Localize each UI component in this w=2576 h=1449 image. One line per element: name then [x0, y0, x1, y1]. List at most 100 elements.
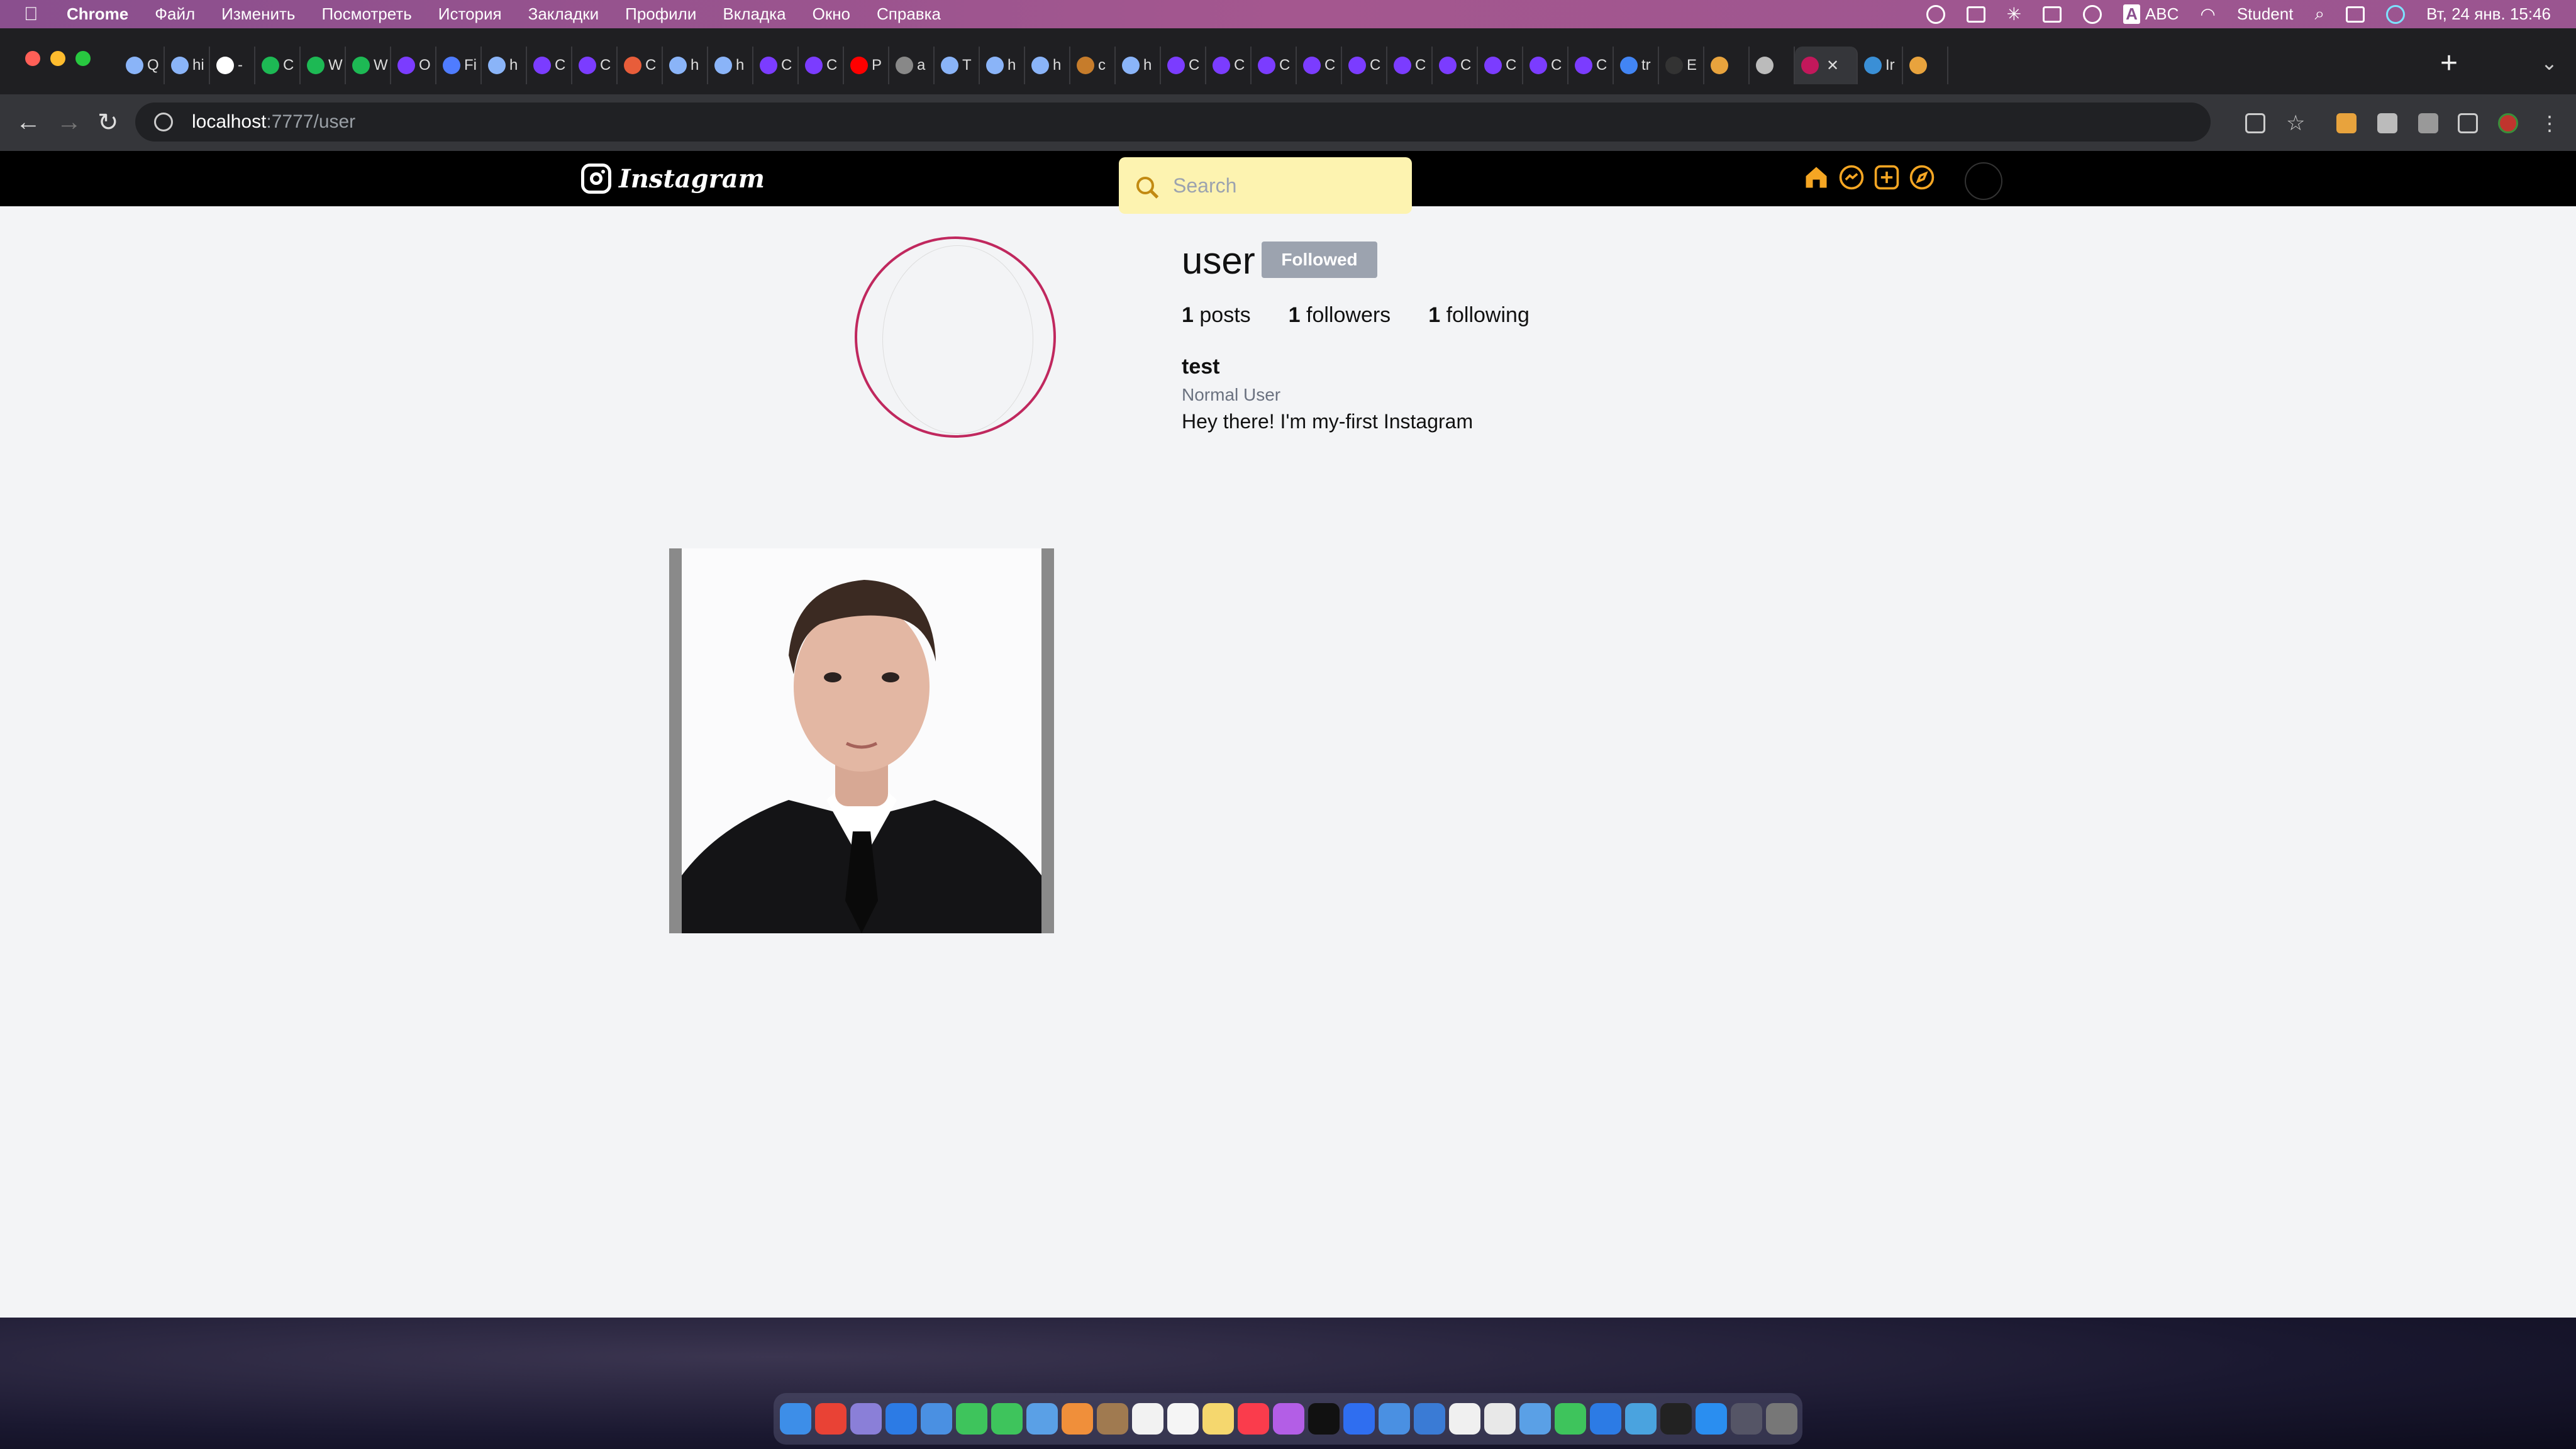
extension-icon[interactable] — [2336, 113, 2357, 133]
telegram-tray-icon[interactable] — [1926, 4, 1945, 24]
browser-tab[interactable]: - — [210, 47, 255, 84]
extensions-puzzle-icon[interactable] — [2377, 113, 2397, 133]
back-button[interactable]: ← — [16, 108, 41, 136]
dock-app-icon[interactable] — [991, 1403, 1023, 1435]
menu-edit[interactable]: Изменить — [221, 4, 295, 24]
dock-app-icon[interactable] — [1555, 1403, 1586, 1435]
browser-tab[interactable]: h — [482, 47, 527, 84]
browser-tab[interactable]: C — [527, 47, 572, 84]
share-icon[interactable] — [2245, 113, 2265, 133]
profile-picture[interactable] — [855, 236, 1056, 438]
dock-app-icon[interactable] — [1308, 1403, 1340, 1435]
menu-file[interactable]: Файл — [155, 4, 195, 24]
browser-tab[interactable]: C — [1252, 47, 1297, 84]
browser-tab[interactable]: h — [1116, 47, 1161, 84]
control-center-icon[interactable] — [2346, 6, 2365, 23]
clock[interactable]: Вт, 24 янв. 15:46 — [2426, 4, 2551, 24]
browser-tab[interactable] — [1903, 47, 1948, 84]
maximize-window-button[interactable] — [75, 51, 91, 66]
profile-avatar-icon[interactable] — [2498, 113, 2518, 133]
browser-tab[interactable]: Ir — [1858, 47, 1903, 84]
dock-app-icon[interactable] — [1202, 1403, 1234, 1435]
minimize-window-button[interactable] — [50, 51, 65, 66]
menu-tab[interactable]: Вкладка — [723, 4, 786, 24]
browser-tab[interactable]: C — [1342, 47, 1387, 84]
dock-app-icon[interactable] — [1590, 1403, 1621, 1435]
chrome-menu-icon[interactable]: ⋮ — [2540, 113, 2560, 133]
menu-profiles[interactable]: Профили — [625, 4, 696, 24]
side-panel-icon[interactable] — [2458, 113, 2478, 133]
browser-tab[interactable]: T — [935, 47, 980, 84]
browser-tab[interactable]: C — [1387, 47, 1433, 84]
explore-icon[interactable] — [1908, 164, 1936, 191]
menu-window[interactable]: Окно — [813, 4, 850, 24]
browser-tab[interactable]: C — [1523, 47, 1568, 84]
browser-tab[interactable]: P — [844, 47, 889, 84]
messenger-icon[interactable] — [1838, 164, 1865, 191]
user-avatar-button[interactable] — [1965, 162, 2002, 200]
screen-recording-icon[interactable] — [2083, 4, 2102, 24]
dock-app-icon[interactable] — [1343, 1403, 1375, 1435]
post-thumbnail[interactable] — [669, 548, 1054, 933]
browser-tab[interactable]: C — [1433, 47, 1478, 84]
url-text[interactable]: localhost:7777/user — [192, 111, 355, 133]
browser-tab[interactable]: h — [980, 47, 1025, 84]
dock-app-icon[interactable] — [1766, 1403, 1797, 1435]
dock-app-icon[interactable] — [1379, 1403, 1410, 1435]
browser-tab[interactable]: C — [753, 47, 799, 84]
dock-app-icon[interactable] — [1414, 1403, 1445, 1435]
browser-tab[interactable]: h — [663, 47, 708, 84]
siri-icon[interactable] — [2386, 4, 2406, 24]
home-icon[interactable] — [1802, 164, 1830, 191]
browser-tab[interactable]: Fi — [436, 47, 482, 84]
dock-app-icon[interactable] — [1449, 1403, 1480, 1435]
dock-app-icon[interactable] — [1097, 1403, 1128, 1435]
browser-tab[interactable] — [1704, 47, 1750, 84]
menu-chrome[interactable]: Chrome — [67, 4, 128, 24]
posts-stat[interactable]: 1 posts — [1182, 303, 1251, 328]
browser-tab[interactable]: E — [1659, 47, 1704, 84]
browser-tab[interactable]: ✕ — [1795, 47, 1858, 84]
dock-app-icon[interactable] — [1484, 1403, 1516, 1435]
input-source-indicator[interactable]: A ABC — [2123, 4, 2179, 24]
user-name[interactable]: Student — [2237, 4, 2294, 24]
browser-tab[interactable]: hi — [165, 47, 210, 84]
browser-tab[interactable]: C — [1206, 47, 1252, 84]
site-info-icon[interactable] — [154, 113, 173, 131]
tray-app-icon[interactable] — [1966, 6, 1985, 23]
bookmark-star-icon[interactable]: ☆ — [2286, 113, 2306, 134]
dock-app-icon[interactable] — [1026, 1403, 1058, 1435]
address-bar[interactable]: localhost:7777/user — [135, 103, 2211, 142]
screen-mirroring-icon[interactable] — [2043, 6, 2062, 23]
followed-button[interactable]: Followed — [1262, 242, 1377, 278]
dock-app-icon[interactable] — [780, 1403, 811, 1435]
dock-app-icon[interactable] — [815, 1403, 847, 1435]
dock-app-icon[interactable] — [1660, 1403, 1692, 1435]
browser-tab[interactable]: h — [1025, 47, 1070, 84]
browser-tab[interactable]: Q — [119, 47, 165, 84]
browser-tab[interactable]: tr — [1614, 47, 1659, 84]
browser-tab[interactable]: h — [708, 47, 753, 84]
new-tab-button[interactable]: + — [2440, 46, 2458, 80]
browser-tab[interactable]: O — [391, 47, 436, 84]
browser-tab[interactable] — [1750, 47, 1795, 84]
search-input[interactable] — [1173, 174, 1399, 197]
browser-tab[interactable]: C — [255, 47, 301, 84]
dock-app-icon[interactable] — [956, 1403, 987, 1435]
browser-tab[interactable]: c — [1070, 47, 1116, 84]
dock-app-icon[interactable] — [1273, 1403, 1304, 1435]
browser-tab[interactable]: C — [618, 47, 663, 84]
menu-view[interactable]: Посмотреть — [321, 4, 411, 24]
dock-app-icon[interactable] — [1625, 1403, 1657, 1435]
reload-button[interactable]: ↻ — [97, 108, 119, 137]
browser-tab[interactable]: C — [799, 47, 844, 84]
browser-tab[interactable]: a — [889, 47, 935, 84]
app-logo[interactable]: Instagram — [581, 162, 765, 195]
menu-bookmarks[interactable]: Закладки — [528, 4, 599, 24]
dock-app-icon[interactable] — [921, 1403, 952, 1435]
dock-app-icon[interactable] — [1519, 1403, 1551, 1435]
close-tab-icon[interactable]: ✕ — [1826, 57, 1839, 75]
apple-menu-icon[interactable]:  — [24, 4, 49, 25]
spotlight-search-icon[interactable]: ⌕ — [2314, 4, 2324, 25]
dock-app-icon[interactable] — [1731, 1403, 1762, 1435]
